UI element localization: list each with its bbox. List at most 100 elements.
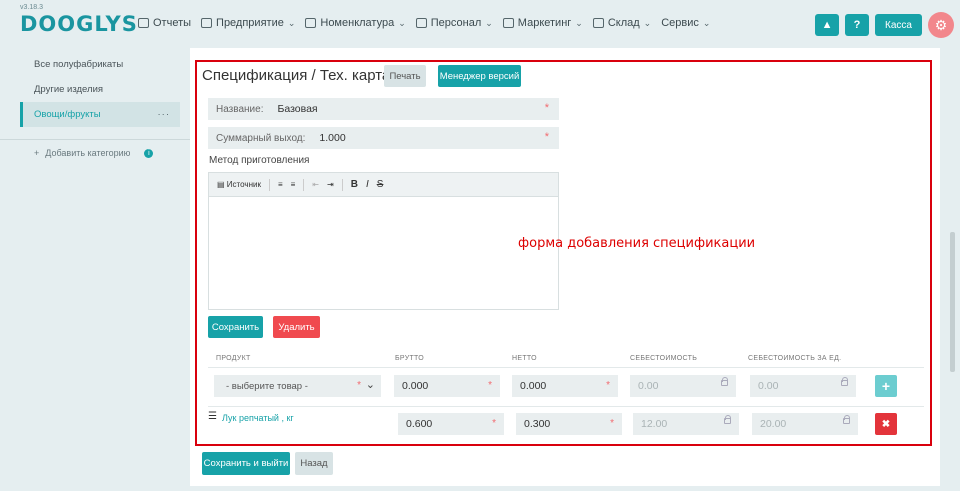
editor-toolbar: ▤ Источник ≡ ≡ ⇤ ⇥ B I S xyxy=(209,173,558,197)
delete-button[interactable]: Удалить xyxy=(273,316,320,338)
save-and-exit-button[interactable]: Сохранить и выйти xyxy=(202,452,290,475)
settings-button[interactable]: ⚙ xyxy=(928,12,954,38)
chevron-down-icon: ⌄ xyxy=(575,17,583,28)
nav-item-label: Номенклатура xyxy=(320,17,395,29)
netto-value: 0.000 xyxy=(520,380,547,392)
method-label: Метод приготовления xyxy=(209,155,310,166)
lock-icon xyxy=(843,415,850,424)
plus-icon: + xyxy=(34,148,40,158)
name-field[interactable]: Название: Базовая * xyxy=(208,98,559,120)
column-header-cost: СЕБЕСТОИМОСТЬ xyxy=(630,355,698,362)
toolbar-divider xyxy=(341,178,343,191)
more-icon[interactable]: ··· xyxy=(158,102,171,127)
cost-input: 12.00 xyxy=(633,413,739,435)
add-ingredient-button[interactable]: + xyxy=(875,375,897,397)
cost-input: 0.00 xyxy=(630,375,736,397)
sidebar-item-label: Овощи/фрукты xyxy=(34,109,101,120)
brutto-value: 0.000 xyxy=(402,380,429,392)
name-label: Название: xyxy=(216,103,264,115)
nav-item-enterprise[interactable]: Предприятие ⌄ xyxy=(201,17,295,29)
staff-icon xyxy=(415,18,427,28)
add-category-label: Добавить категорию xyxy=(45,148,131,158)
required-icon: * xyxy=(357,380,361,391)
nomenclature-icon xyxy=(305,18,317,28)
back-button[interactable]: Назад xyxy=(295,452,333,475)
method-editor[interactable]: ▤ Источник ≡ ≡ ⇤ ⇥ B I S xyxy=(208,172,559,310)
source-button[interactable]: ▤ Источник xyxy=(217,180,261,189)
bold-button[interactable]: B xyxy=(351,179,358,190)
netto-input[interactable]: 0.000 * xyxy=(512,375,618,397)
chevron-down-icon: ⌄ xyxy=(485,17,493,28)
cost-value: 12.00 xyxy=(641,418,668,430)
brutto-input[interactable]: 0.000 * xyxy=(394,375,500,397)
top-bar: v3.18.3 DOOGLYS Отчеты Предприятие ⌄ Ном… xyxy=(0,0,960,48)
save-button[interactable]: Сохранить xyxy=(208,316,263,338)
drag-handle-icon[interactable]: ☰ xyxy=(208,411,217,422)
add-category-button[interactable]: + Добавить категорию i xyxy=(20,148,180,158)
warehouse-icon xyxy=(592,18,604,28)
required-icon: * xyxy=(488,380,492,391)
kassa-button[interactable]: Касса xyxy=(875,14,922,36)
annotation-text: форма добавления спецификации xyxy=(518,236,756,251)
nav-item-service[interactable]: Сервис ⌄ xyxy=(661,17,710,29)
bell-icon: ▲ xyxy=(821,19,833,31)
required-icon: * xyxy=(606,380,610,391)
cost-value: 0.00 xyxy=(638,380,659,392)
sidebar-item-all-semifinished[interactable]: Все полуфабрикаты xyxy=(20,52,180,77)
plus-icon: + xyxy=(881,378,891,394)
sidebar-item-label: Другие изделия xyxy=(34,84,104,95)
nav-item-reports[interactable]: Отчеты xyxy=(138,17,191,29)
sidebar-item-other-products[interactable]: Другие изделия xyxy=(20,77,180,102)
nav-item-warehouse[interactable]: Склад ⌄ xyxy=(592,17,651,29)
italic-button[interactable]: I xyxy=(366,179,369,190)
toolbar-divider xyxy=(303,178,305,191)
sidebar-item-label: Все полуфабрикаты xyxy=(34,59,124,70)
column-header-unit-cost: СЕБЕСТОИМОСТЬ ЗА ЕД. xyxy=(748,355,842,362)
required-icon: * xyxy=(544,131,549,143)
notifications-button[interactable]: ▲ xyxy=(815,14,840,36)
top-right-actions: ▲ ? Касса ⚙ xyxy=(815,12,954,38)
lock-icon xyxy=(724,415,731,424)
table-divider xyxy=(208,367,924,368)
chevron-down-icon: ⌄ xyxy=(398,17,406,28)
product-link[interactable]: Лук репчатый , кг xyxy=(222,413,294,423)
column-header-netto: НЕТТО xyxy=(512,355,537,362)
nav-item-label: Склад xyxy=(607,17,640,29)
indent-icon[interactable]: ⇥ xyxy=(327,180,334,189)
table-divider xyxy=(208,406,924,407)
nav-item-staff[interactable]: Персонал ⌄ xyxy=(415,17,493,29)
outdent-icon[interactable]: ⇤ xyxy=(312,180,319,189)
scrollbar[interactable] xyxy=(950,232,955,372)
nav-item-marketing[interactable]: Маркетинг ⌄ xyxy=(502,17,583,29)
toolbar-divider xyxy=(268,178,270,191)
nav-item-label: Персонал xyxy=(430,17,482,29)
brutto-input[interactable]: 0.600 * xyxy=(398,413,504,435)
print-button[interactable]: Печать xyxy=(384,65,426,87)
rocket-icon xyxy=(502,18,514,28)
yield-value: 1.000 xyxy=(319,132,346,144)
product-select[interactable]: - выберите товар - * ⌄ xyxy=(214,375,381,397)
yield-label: Суммарный выход: xyxy=(216,132,306,144)
bullet-list-icon[interactable]: ≡ xyxy=(291,180,296,189)
required-icon: * xyxy=(610,418,614,429)
app-logo[interactable]: DOOGLYS xyxy=(20,12,138,36)
strike-button[interactable]: S xyxy=(377,179,384,190)
yield-field[interactable]: Суммарный выход: 1.000 * xyxy=(208,127,559,149)
netto-input[interactable]: 0.300 * xyxy=(516,413,622,435)
source-label: Источник xyxy=(226,180,261,189)
gear-icon: ⚙ xyxy=(934,16,948,33)
nav-item-nomenclature[interactable]: Номенклатура ⌄ xyxy=(305,17,406,29)
numbered-list-icon[interactable]: ≡ xyxy=(278,180,283,189)
help-button[interactable]: ? xyxy=(845,14,870,36)
nav-item-label: Сервис xyxy=(661,17,699,29)
version-manager-button[interactable]: Менеджер версий xyxy=(438,65,521,87)
remove-ingredient-button[interactable]: ✖ xyxy=(875,413,897,435)
help-icon: ? xyxy=(853,19,861,31)
sidebar-item-vegetables-fruits[interactable]: Овощи/фрукты ··· xyxy=(20,102,180,127)
unit-cost-value: 20.00 xyxy=(760,418,787,430)
page-title: Спецификация / Тех. карта xyxy=(202,67,391,84)
info-icon[interactable]: i xyxy=(144,148,154,158)
sidebar-divider xyxy=(0,139,210,140)
nav-item-label: Маркетинг xyxy=(517,17,572,29)
main-nav: Отчеты Предприятие ⌄ Номенклатура ⌄ Перс… xyxy=(138,17,710,29)
